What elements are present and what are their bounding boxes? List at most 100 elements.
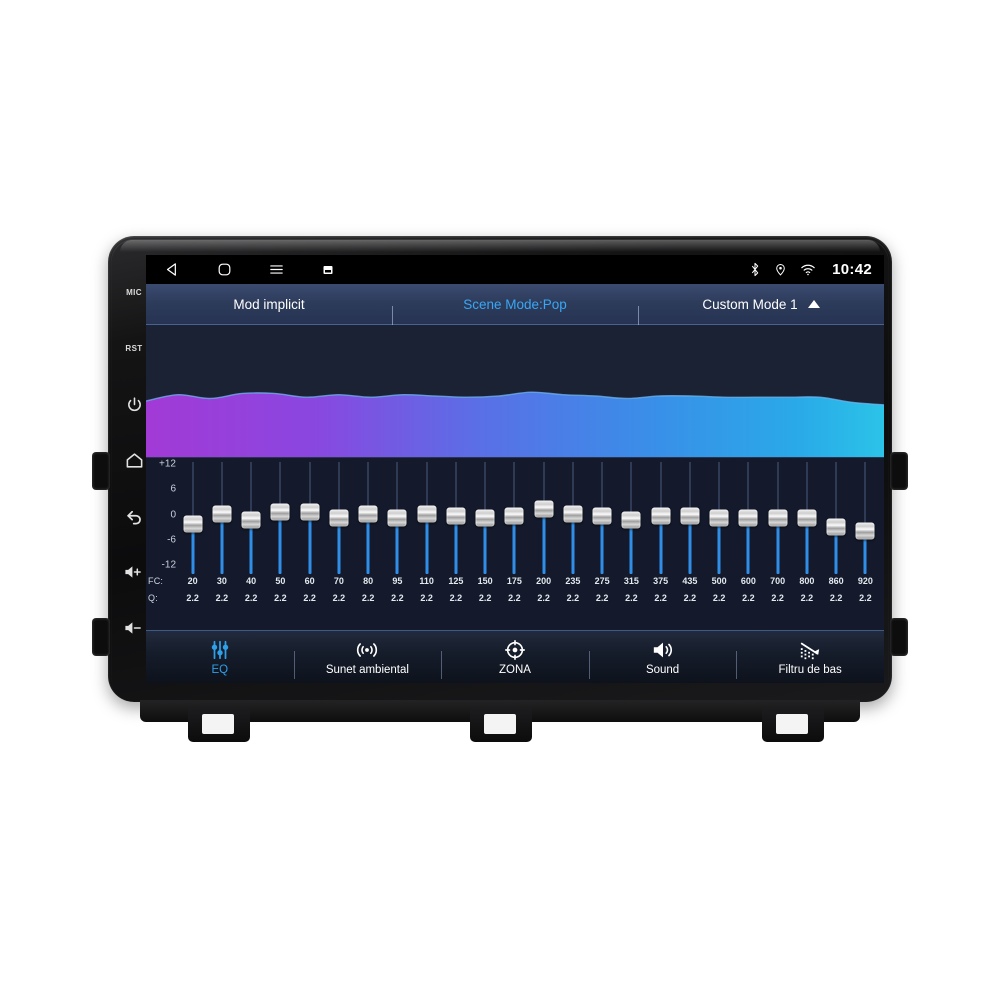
slider-fill bbox=[629, 527, 633, 574]
slider-knob[interactable] bbox=[300, 503, 320, 521]
tab-zona[interactable]: ZONA bbox=[441, 639, 589, 679]
slider-knob[interactable] bbox=[241, 511, 261, 529]
fc-values: 20 30 40 50 60 70 80 95 110 125 150 175 200 235 275 315… bbox=[178, 576, 880, 586]
db-tick: +12 bbox=[159, 458, 176, 470]
slider-knob[interactable] bbox=[475, 509, 495, 527]
eq-band-slider[interactable] bbox=[354, 462, 383, 574]
q-value: 2.2 bbox=[537, 593, 550, 603]
slider-knob[interactable] bbox=[768, 509, 788, 527]
slider-knob[interactable] bbox=[387, 509, 407, 527]
tab-sound[interactable]: Sound bbox=[588, 639, 737, 679]
eq-band-slider[interactable] bbox=[383, 462, 412, 574]
default-mode-button[interactable]: Mod implicit bbox=[146, 297, 392, 312]
nav-home-button[interactable] bbox=[212, 258, 236, 282]
slider-knob[interactable] bbox=[270, 503, 290, 521]
eq-band-slider[interactable] bbox=[500, 462, 529, 574]
fc-value: 275 bbox=[594, 576, 610, 586]
eq-band-slider[interactable] bbox=[237, 462, 266, 574]
slider-fill bbox=[308, 518, 312, 574]
slider-knob[interactable] bbox=[826, 518, 846, 536]
fc-value: 375 bbox=[653, 576, 669, 586]
q-value: 2.2 bbox=[215, 593, 229, 603]
tab-filtru-de-bas[interactable]: Filtru de bas bbox=[736, 639, 884, 679]
mounting-clip-left-bottom bbox=[92, 618, 110, 656]
slider-knob[interactable] bbox=[329, 509, 349, 527]
slider-fill bbox=[776, 525, 780, 574]
eq-band-slider[interactable] bbox=[178, 462, 207, 574]
tab-label: Sunet ambiental bbox=[325, 663, 409, 676]
fc-value: 920 bbox=[857, 576, 873, 586]
db-tick: -6 bbox=[167, 534, 176, 546]
slider-fill bbox=[688, 522, 692, 574]
android-nav-buttons bbox=[150, 258, 340, 282]
slider-knob[interactable] bbox=[534, 500, 554, 518]
slider-knob[interactable] bbox=[592, 507, 612, 525]
touchscreen[interactable]: 10:42 Mod implicit Scene Mode:Pop Custom… bbox=[146, 255, 884, 683]
bezel-highlight bbox=[120, 240, 880, 252]
volume-up-icon bbox=[124, 566, 141, 578]
fc-value: 315 bbox=[623, 576, 639, 586]
slider-knob[interactable] bbox=[621, 511, 641, 529]
eq-band-slider[interactable] bbox=[822, 462, 851, 574]
tab-label: Sound bbox=[645, 663, 680, 676]
fc-value: 500 bbox=[711, 576, 727, 586]
q-value: 2.2 bbox=[391, 593, 404, 603]
slider-knob[interactable] bbox=[504, 507, 524, 525]
eq-band-slider[interactable] bbox=[412, 462, 441, 574]
db-tick: 6 bbox=[170, 483, 176, 495]
eq-band-slider[interactable] bbox=[558, 462, 587, 574]
slider-knob[interactable] bbox=[183, 515, 203, 533]
slider-knob[interactable] bbox=[417, 505, 437, 523]
nav-screenshot-button[interactable] bbox=[316, 258, 340, 282]
slider-knob[interactable] bbox=[855, 522, 875, 540]
status-clock: 10:42 bbox=[832, 261, 872, 278]
eq-band-slider[interactable] bbox=[675, 462, 704, 574]
eq-band-slider[interactable] bbox=[324, 462, 353, 574]
q-values: 2.2 2.2 2.2 2.2 2.2 2.2 2.2 2.2 2.2 2.2 2.2 2.2 2.2 2… bbox=[178, 593, 880, 603]
fc-value: 50 bbox=[275, 576, 286, 586]
scene-mode-button[interactable]: Scene Mode:Pop bbox=[392, 297, 638, 328]
tab-eq[interactable]: EQ bbox=[146, 639, 294, 676]
eq-band-slider[interactable] bbox=[207, 462, 236, 574]
bluetooth-icon bbox=[749, 262, 761, 277]
slider-knob[interactable] bbox=[358, 505, 378, 523]
eq-band-slider[interactable] bbox=[646, 462, 675, 574]
nav-menu-button[interactable] bbox=[264, 258, 288, 282]
power-icon bbox=[127, 396, 141, 411]
custom-mode-button[interactable]: Custom Mode 1 bbox=[638, 297, 884, 328]
slider-knob[interactable] bbox=[709, 509, 729, 527]
mounting-foot-2 bbox=[470, 706, 532, 742]
eq-slider-row[interactable] bbox=[178, 462, 880, 574]
eq-band-slider[interactable] bbox=[763, 462, 792, 574]
db-tick: 0 bbox=[170, 509, 176, 520]
slider-knob[interactable] bbox=[446, 507, 466, 525]
tab-sunet-ambiental[interactable]: Sunet ambiental bbox=[293, 639, 442, 679]
eq-band-slider[interactable] bbox=[441, 462, 470, 574]
eq-band-slider[interactable] bbox=[471, 462, 500, 574]
slider-knob[interactable] bbox=[797, 509, 817, 527]
slider-knob[interactable] bbox=[738, 509, 758, 527]
android-status-bar: 10:42 bbox=[146, 255, 884, 284]
slider-knob[interactable] bbox=[563, 505, 583, 523]
eq-band-slider[interactable] bbox=[588, 462, 617, 574]
status-icons: 10:42 bbox=[749, 261, 872, 278]
eq-band-slider[interactable] bbox=[529, 462, 558, 574]
slider-knob[interactable] bbox=[680, 507, 700, 525]
eq-band-slider[interactable] bbox=[734, 462, 763, 574]
eq-band-slider[interactable] bbox=[705, 462, 734, 574]
bottom-tab-bar[interactable]: EQ Sunet ambiental ZONA Sound Filtru de bas bbox=[146, 630, 884, 683]
eq-band-slider[interactable] bbox=[295, 462, 324, 574]
eq-band-slider[interactable] bbox=[792, 462, 821, 574]
q-value: 2.2 bbox=[683, 593, 697, 603]
eq-band-slider[interactable] bbox=[617, 462, 646, 574]
mode-selector-bar: Mod implicit Scene Mode:Pop Custom Mode … bbox=[146, 284, 884, 328]
db-tick: -12 bbox=[161, 559, 176, 571]
home-icon bbox=[126, 452, 142, 468]
slider-knob[interactable] bbox=[212, 505, 232, 523]
nav-back-button[interactable] bbox=[160, 258, 184, 282]
slider-knob[interactable] bbox=[651, 507, 671, 525]
eq-band-slider[interactable] bbox=[851, 462, 880, 574]
fc-value: 125 bbox=[448, 576, 464, 586]
eq-band-slider[interactable] bbox=[266, 462, 295, 574]
fc-value: 70 bbox=[333, 576, 344, 586]
